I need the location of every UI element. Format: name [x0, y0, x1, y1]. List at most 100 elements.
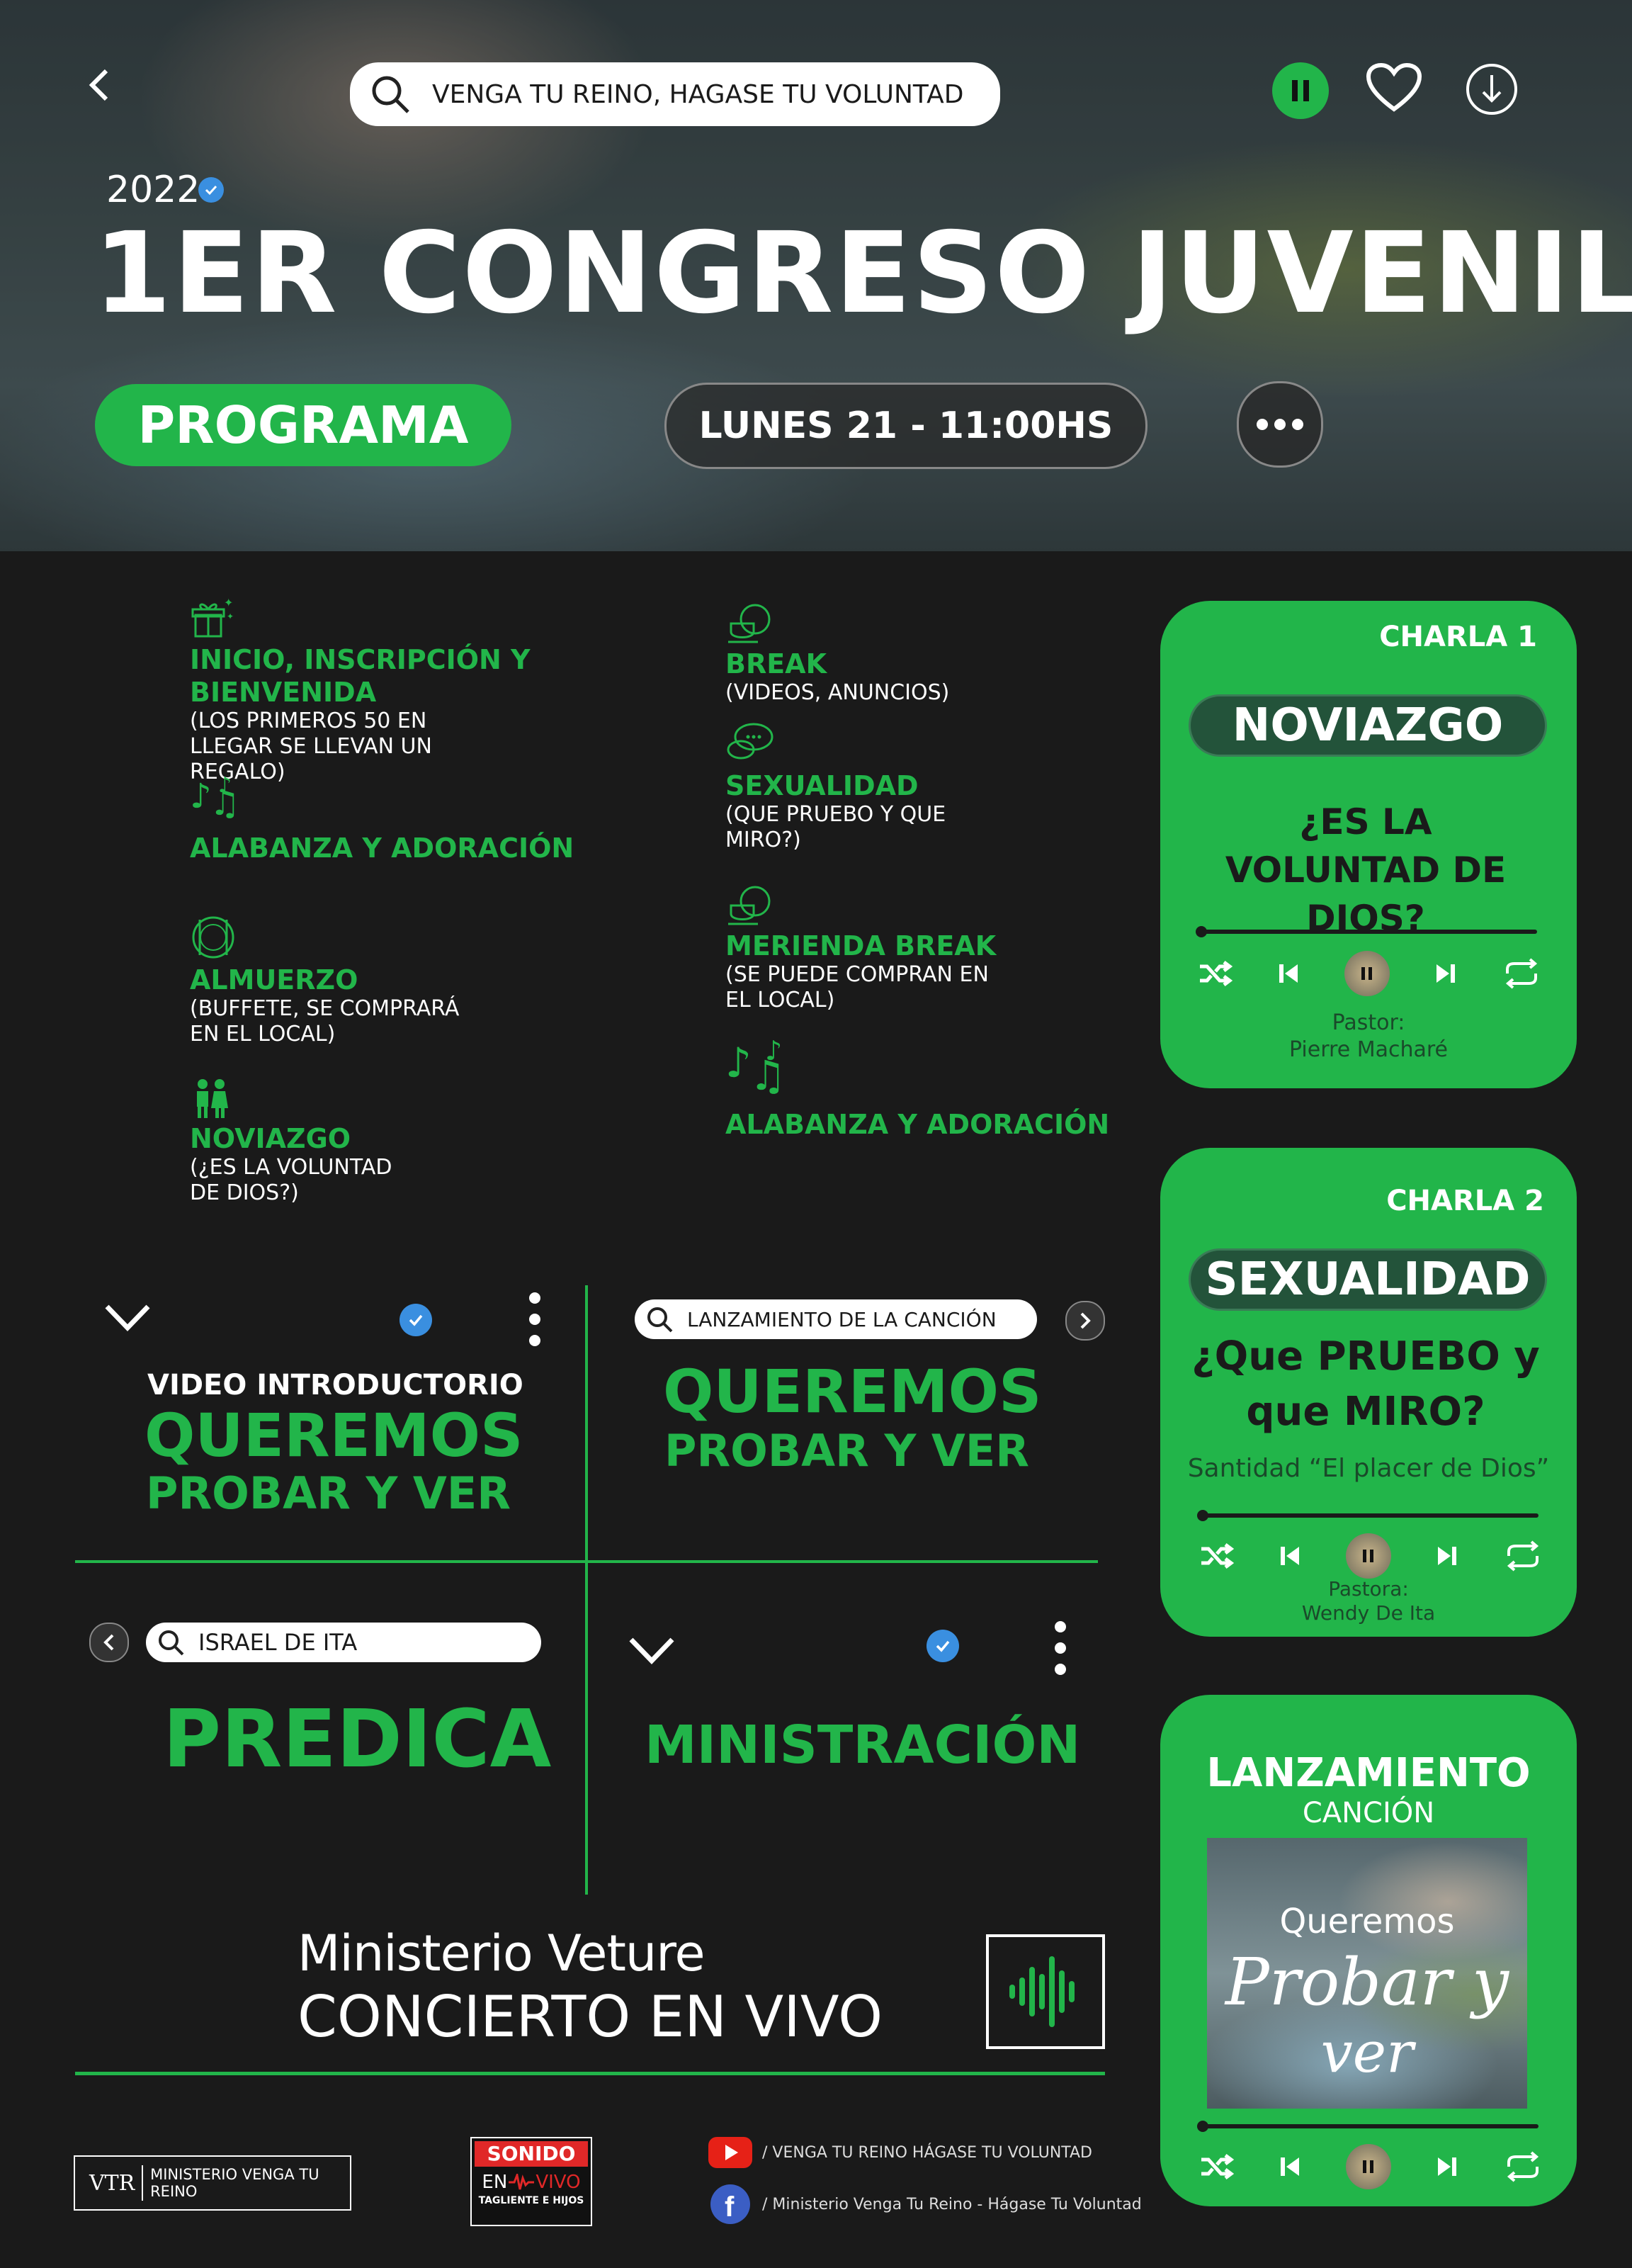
album-thumb[interactable] — [1346, 2144, 1391, 2189]
chevron-down-icon — [629, 1637, 674, 1665]
progress-knob[interactable] — [1196, 926, 1207, 937]
search-icon — [159, 1630, 184, 1656]
schedule-item-alabanza-2: ♪ ♫ ♪ ALABANZA Y ADORACIÓN — [725, 1034, 1122, 1141]
album-art-word-2: Probar y — [1225, 1944, 1509, 2020]
coffee-clock-icon — [728, 604, 771, 643]
repeat-icon[interactable] — [1503, 2151, 1543, 2182]
schedule-item-noviazgo: NOVIAZGO (¿ES LA VOLUNTAD DE DIOS?) — [190, 1077, 558, 1206]
charla-1-card[interactable]: CHARLA 1 NOVIAZGO ¿ES LA VOLUNTAD DE DIO… — [1160, 601, 1577, 1088]
vtr-text: MINISTERIO VENGA TU REINO — [150, 2166, 319, 2200]
card-question: ¿Que PRUEBO y que MIRO? — [1191, 1333, 1540, 1435]
card-topic: SEXUALIDAD — [1189, 1248, 1547, 1311]
facebook-link[interactable]: f / Ministerio Venga Tu Reino - Hágase T… — [710, 2184, 1142, 2225]
charla-2-card[interactable]: CHARLA 2 SEXUALIDAD ¿Que PRUEBO y que MI… — [1160, 1148, 1577, 1637]
speaker-search-bar[interactable]: ISRAEL DE ITA — [146, 1623, 541, 1662]
shuffle-icon[interactable] — [1197, 959, 1232, 988]
next-button[interactable] — [1065, 1301, 1105, 1341]
pause-icon — [1363, 1550, 1373, 1562]
schedule-title: BREAK — [725, 648, 827, 679]
verified-icon — [198, 177, 224, 203]
previous-track-icon[interactable] — [1278, 2155, 1302, 2179]
schedule-sub: (¿ES LA VOLUNTAD DE DIOS?) — [190, 1155, 392, 1205]
speaker-search-text: ISRAEL DE ITA — [198, 1629, 358, 1656]
schedule-title: ALMUERZO — [190, 964, 358, 995]
back-button[interactable] — [78, 64, 120, 106]
svg-text:✦: ✦ — [224, 596, 233, 609]
vertical-dots-icon — [529, 1292, 540, 1346]
options-button-2[interactable] — [1050, 1620, 1071, 1676]
expand-button-2[interactable] — [623, 1630, 680, 1672]
prev-button[interactable] — [89, 1623, 129, 1662]
programa-text: PROGRAMA — [137, 395, 469, 455]
progress-bar[interactable] — [1196, 926, 1537, 937]
q2-title: QUEREMOS — [663, 1357, 1042, 1426]
chat-bubbles-icon — [727, 723, 774, 760]
q1-title: QUEREMOS — [144, 1401, 523, 1470]
youtube-link[interactable]: / VENGA TU REINO HÁGASE TU VOLUNTAD — [708, 2137, 1092, 2168]
schedule-item-alabanza-1: ♪ ♫ ♪ ALABANZA Y ADORACIÓN — [190, 772, 586, 864]
search-bar[interactable]: VENGA TU REINO, HAGASE TU VOLUNTAD — [350, 62, 1000, 126]
speaker-name: Wendy De Ita — [1301, 1601, 1436, 1625]
schedule-item-sexualidad: SEXUALIDAD (QUE PRUEBO Y QUE MIRO?) — [725, 720, 1094, 853]
schedule-item-almuerzo: ALMUERZO (BUFFETE, SE COMPRARÁ EN EL LOC… — [190, 914, 558, 1047]
search-icon — [372, 76, 409, 113]
song-search-bar[interactable]: LANZAMIENTO DE LA CANCIÓN — [635, 1299, 1037, 1339]
q2-subtitle: PROBAR Y VER — [664, 1425, 1030, 1477]
schedule-item-break: BREAK (VIDEOS, ANUNCIOS) — [725, 602, 1094, 706]
progress-bar[interactable] — [1197, 2121, 1538, 2132]
lanzamiento-card[interactable]: LANZAMIENTO CANCIÓN Queremos Probar y ve… — [1160, 1695, 1577, 2206]
schedule-title: SEXUALIDAD — [725, 770, 919, 801]
next-track-icon[interactable] — [1435, 1544, 1459, 1568]
video-intro-label: VIDEO INTRODUCTORIO — [147, 1369, 523, 1401]
sonido-logo: SONIDO EN VIVO TAGLIENTE E HIJOS — [470, 2137, 592, 2226]
schedule-title: ALABANZA Y ADORACIÓN — [725, 1109, 1110, 1140]
speaker-name: Pierre Macharé — [1289, 1037, 1448, 1062]
youtube-icon — [708, 2137, 752, 2168]
concert-title: CONCIERTO EN VIVO — [298, 1984, 883, 2050]
heart-icon — [1366, 62, 1422, 112]
svg-text:♪: ♪ — [190, 777, 212, 816]
previous-track-icon[interactable] — [1278, 1544, 1302, 1568]
player-controls — [1198, 1528, 1543, 1584]
year-label: 2022 — [106, 169, 200, 211]
more-dots-icon — [1257, 419, 1303, 430]
pause-button[interactable] — [1272, 62, 1329, 119]
repeat-icon[interactable] — [1502, 958, 1541, 989]
next-track-icon[interactable] — [1434, 961, 1458, 986]
card-subtitle: Santidad “El placer de Dios” — [1187, 1454, 1550, 1483]
audio-wave-button[interactable] — [986, 1934, 1105, 2049]
svg-text:♪: ♪ — [218, 773, 232, 798]
card-header: CHARLA 1 — [1379, 621, 1537, 653]
schedule-sub: (BUFFETE, SE COMPRARÁ EN EL LOCAL) — [190, 996, 460, 1046]
player-controls — [1198, 2138, 1543, 2195]
sonido-en: EN — [482, 2172, 508, 2193]
progress-knob[interactable] — [1197, 1510, 1208, 1521]
previous-track-icon[interactable] — [1276, 961, 1300, 986]
speaker-role: Pastora: — [1328, 1577, 1409, 1601]
album-thumb[interactable] — [1344, 951, 1390, 996]
card-topic: NOVIAZGO — [1189, 694, 1547, 757]
schedule-sub: (QUE PRUEBO Y QUE MIRO?) — [725, 802, 946, 852]
chevron-right-icon — [1080, 1312, 1091, 1329]
shuffle-icon[interactable] — [1198, 2153, 1234, 2181]
expand-button[interactable] — [99, 1297, 156, 1339]
pause-icon — [1363, 2160, 1373, 2173]
like-button[interactable] — [1364, 58, 1424, 118]
next-track-icon[interactable] — [1435, 2155, 1459, 2179]
card-question: ¿ES LA VOLUNTAD DE DIOS? — [1225, 801, 1507, 939]
progress-bar[interactable] — [1197, 1510, 1538, 1521]
shuffle-icon[interactable] — [1198, 1542, 1234, 1570]
vtr-mark: VTR — [89, 2170, 135, 2196]
schedule-title: MERIENDA BREAK — [725, 930, 997, 961]
options-button[interactable] — [524, 1291, 545, 1348]
album-thumb[interactable] — [1346, 1533, 1391, 1579]
speaker-role: Pastor: — [1332, 1010, 1405, 1035]
more-button[interactable] — [1237, 381, 1323, 468]
schedule-title: ALABANZA Y ADORACIÓN — [190, 833, 574, 864]
download-button[interactable] — [1465, 62, 1519, 116]
progress-knob[interactable] — [1197, 2121, 1208, 2132]
repeat-icon[interactable] — [1503, 1540, 1543, 1572]
q1-subtitle: PROBAR Y VER — [146, 1467, 511, 1519]
verified-icon — [926, 1630, 959, 1662]
svg-text:♪: ♪ — [765, 1035, 782, 1066]
